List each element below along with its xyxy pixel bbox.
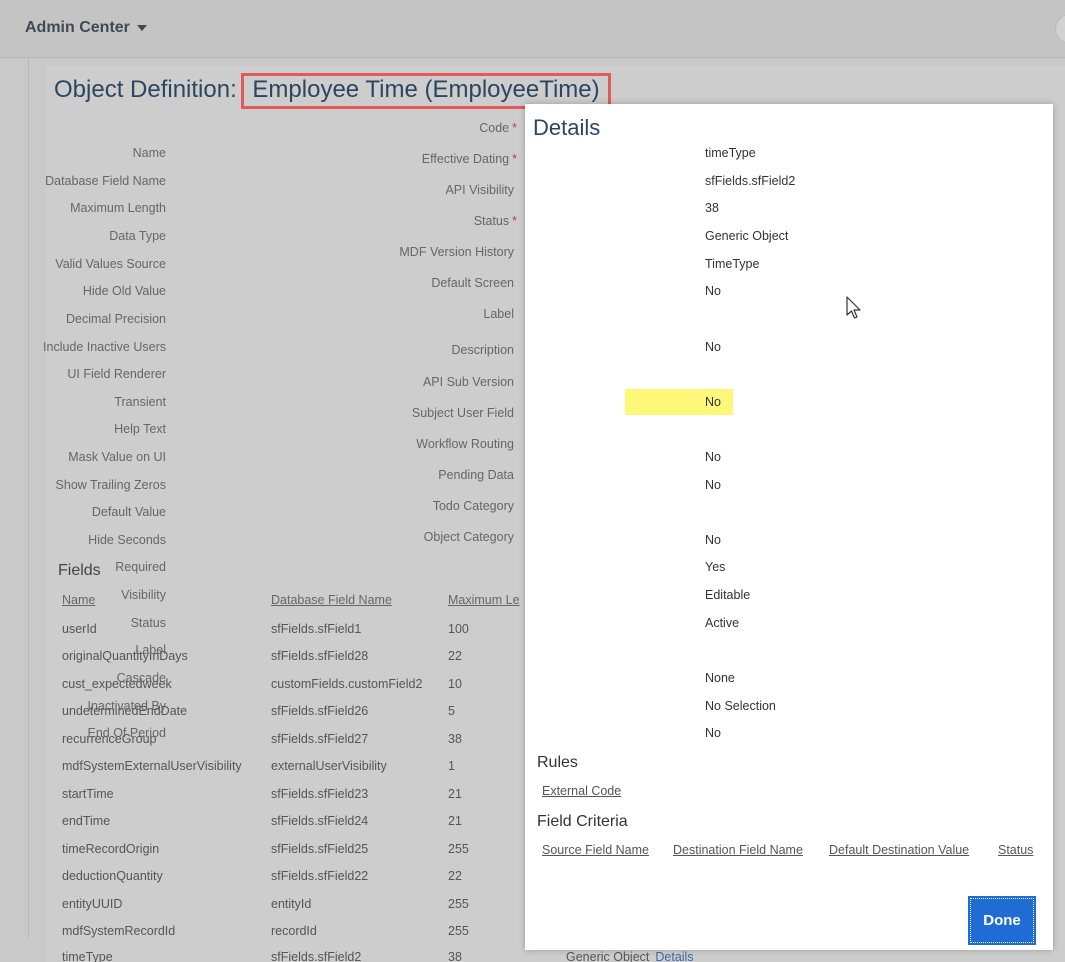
property-label: Pending Data [438,468,514,482]
page-title-prefix: Object Definition: [54,76,244,103]
property-label: Code * [479,121,517,135]
chevron-down-icon [136,24,147,31]
property-label: MDF Version History [399,245,514,259]
column-header-destination-field[interactable]: Destination Field Name [673,843,803,857]
table-row[interactable]: deductionQuantity sfFields.sfField22 22 [62,869,532,889]
column-header-max-length[interactable]: Maximum Le [448,593,520,607]
table-row[interactable]: mdfSystemRecordId recordId 255 [62,924,532,944]
page-divider [28,58,29,938]
details-link[interactable]: Details [655,950,693,962]
top-bar: Admin Center [0,0,1065,58]
table-row[interactable]: startTime sfFields.sfField23 21 [62,787,532,807]
admin-center-label: Admin Center [25,19,130,36]
table-row[interactable]: entityUUID entityId 255 [62,897,532,917]
table-row[interactable]: originalQuantityInDays sfFields.sfField28… [62,649,532,669]
rules-heading: Rules [537,754,578,771]
table-row[interactable]: endTime sfFields.sfField24 21 [62,814,532,834]
table-row[interactable]: timeRecordOrigin sfFields.sfField25 255 [62,842,532,862]
mouse-pointer-icon [846,296,861,319]
property-label: Subject User Field [411,406,514,420]
property-label: Object Category [423,530,514,544]
column-header-name[interactable]: Name [62,593,95,607]
property-label: Label [483,307,514,321]
property-label: Todo Category [432,499,514,513]
last-row-extra: Generic Object Details [566,950,694,962]
search-icon[interactable] [1055,14,1065,44]
column-header-source-field[interactable]: Source Field Name [542,843,649,857]
done-button[interactable]: Done [968,896,1036,945]
external-code-column-header[interactable]: External Code [542,784,621,798]
property-label: API Visibility [445,183,514,197]
table-row[interactable]: mdfSystemExternalUserVisibility externalU… [62,759,532,779]
details-dialog: Details Name timeType Database Field Name… [43,104,1053,950]
column-header-db-field[interactable]: Database Field Name [271,593,392,607]
property-label: Workflow Routing [416,437,514,451]
table-row[interactable]: timeType sfFields.sfField2 38 [62,950,532,962]
column-header-status[interactable]: Status [998,843,1033,857]
property-label: API Sub Version [422,375,514,389]
property-label: Status * [473,214,517,228]
data-type-text: Generic Object [566,950,650,962]
property-label: Default Screen [431,276,514,290]
property-label: Effective Dating * [421,152,517,166]
property-label: Description [451,343,514,357]
fields-heading: Fields [58,562,101,579]
column-header-default-destination[interactable]: Default Destination Value [829,843,969,857]
admin-center-menu[interactable]: Admin Center [25,19,147,37]
dialog-title: Details [533,115,601,140]
field-criteria-heading: Field Criteria [537,813,628,830]
